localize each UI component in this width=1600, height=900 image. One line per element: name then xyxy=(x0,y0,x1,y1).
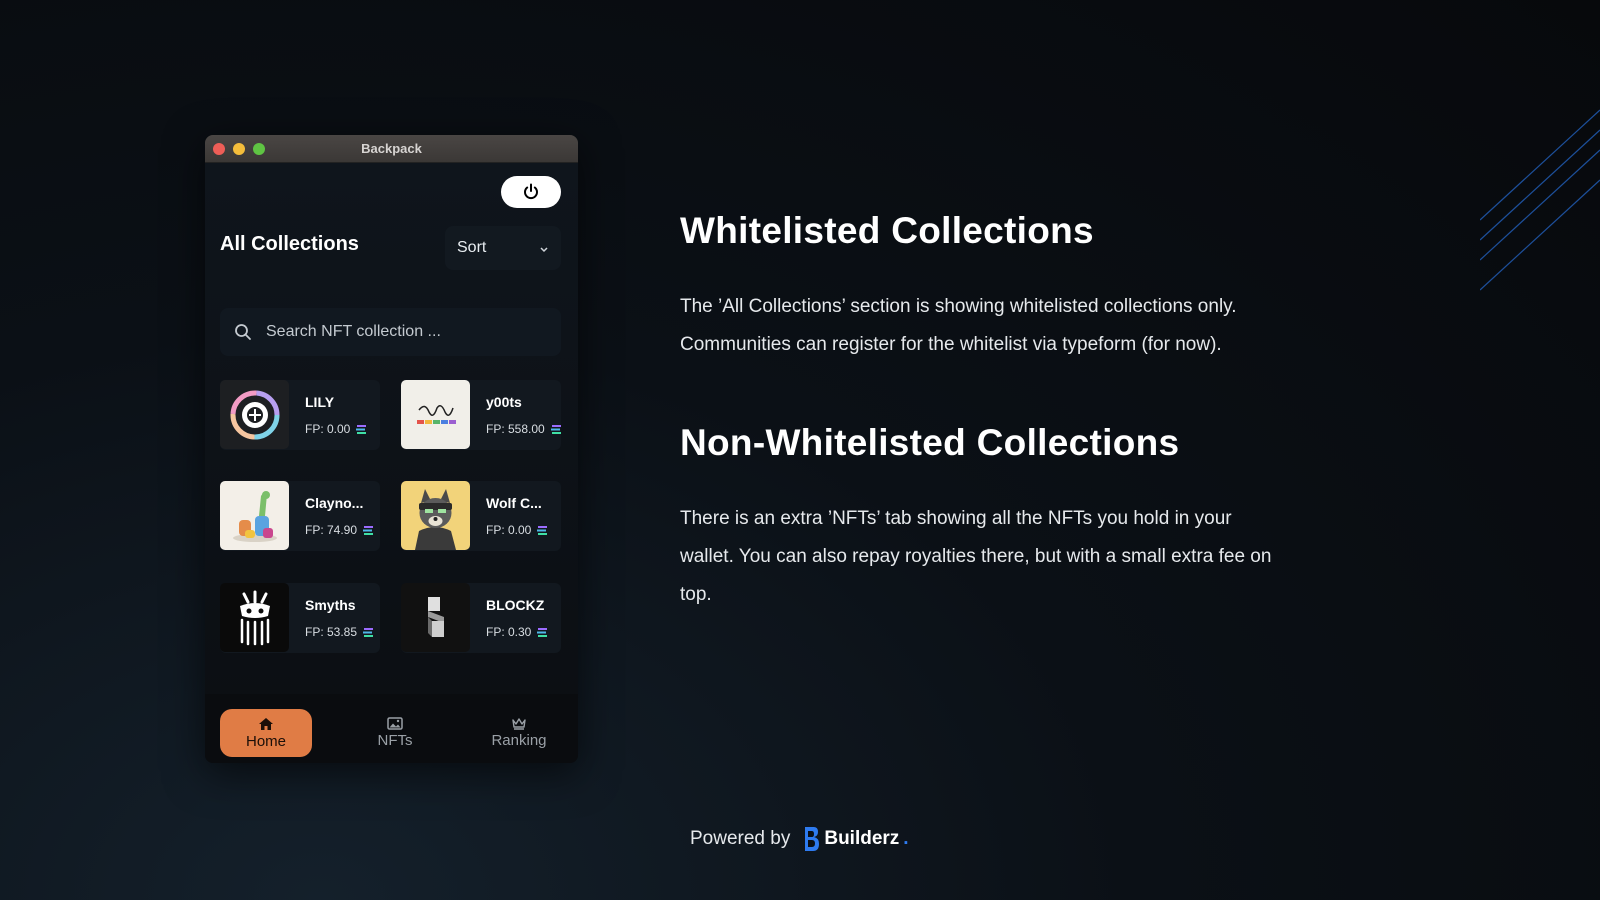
solana-icon xyxy=(363,627,374,637)
collection-thumbnail xyxy=(401,380,470,449)
close-window-button[interactable] xyxy=(213,143,225,155)
y00ts-logo-icon xyxy=(416,404,456,424)
crown-icon xyxy=(512,718,526,730)
collection-floor-price: FP: 0.00 xyxy=(486,523,548,537)
bottom-nav: Home NFTs Ranking xyxy=(205,694,578,763)
nav-label-nfts: NFTs xyxy=(377,732,413,749)
collection-floor-price: FP: 53.85 xyxy=(305,625,374,639)
collection-name: Smyths xyxy=(305,597,356,613)
collection-thumbnail xyxy=(220,583,289,652)
collection-thumbnail xyxy=(401,583,470,652)
collection-name: BLOCKZ xyxy=(486,597,545,613)
solana-icon xyxy=(537,627,548,637)
brand-dot: . xyxy=(903,828,909,849)
collection-thumbnail xyxy=(220,380,289,449)
floor-price-value: FP: 0.00 xyxy=(486,523,532,537)
powered-by-footer: Powered by Builderz. xyxy=(690,825,909,853)
solana-icon xyxy=(363,525,374,535)
title-bar: Backpack xyxy=(205,135,578,163)
smyths-logo-icon xyxy=(239,590,270,645)
chevron-down-icon xyxy=(540,247,548,253)
collection-card-lily[interactable]: LILY FP: 0.00 xyxy=(220,380,380,450)
collection-name: y00ts xyxy=(486,394,522,410)
claynosaurz-art-icon xyxy=(232,490,277,542)
app-window: Backpack All Collections Sort Search NFT… xyxy=(205,135,578,763)
section-title: All Collections xyxy=(220,233,359,255)
floor-price-value: FP: 0.00 xyxy=(305,422,351,436)
lily-logo-icon xyxy=(230,390,279,439)
search-icon xyxy=(235,324,251,340)
nav-label-ranking: Ranking xyxy=(491,732,547,749)
collection-card-claynosaurz[interactable]: Clayno... FP: 74.90 xyxy=(220,481,380,551)
app-content: All Collections Sort Search NFT collecti… xyxy=(205,163,578,763)
solana-icon xyxy=(356,424,367,434)
window-title: Backpack xyxy=(361,141,422,156)
search-input[interactable]: Search NFT collection ... xyxy=(266,323,441,341)
collection-floor-price: FP: 558.00 xyxy=(486,422,561,436)
paragraph-whitelisted: The ’All Collections’ section is showing… xyxy=(680,296,1237,355)
power-button[interactable] xyxy=(501,176,561,208)
builderz-icon xyxy=(805,827,820,851)
paragraph-non-whitelisted: There is an extra ’NFTs’ tab showing all… xyxy=(680,508,1272,605)
home-icon xyxy=(259,717,273,730)
collection-floor-price: FP: 0.00 xyxy=(305,422,367,436)
power-icon xyxy=(524,183,538,200)
solana-icon xyxy=(550,424,561,434)
search-field[interactable]: Search NFT collection ... xyxy=(220,308,561,356)
solana-icon xyxy=(537,525,548,535)
minimize-window-button[interactable] xyxy=(233,143,245,155)
collection-name: LILY xyxy=(305,394,335,410)
nav-label-home: Home xyxy=(245,732,286,750)
collection-floor-price: FP: 74.90 xyxy=(305,523,374,537)
collection-floor-price: FP: 0.30 xyxy=(486,625,548,639)
collection-card-smyths[interactable]: Smyths FP: 53.85 xyxy=(220,583,380,653)
sort-dropdown[interactable]: Sort xyxy=(445,226,561,270)
collection-thumbnail xyxy=(401,481,470,550)
floor-price-value: FP: 558.00 xyxy=(486,422,545,436)
collection-card-y00ts[interactable]: y00ts FP: 558.00 xyxy=(401,380,561,450)
collection-card-wolf[interactable]: Wolf C... FP: 0.00 xyxy=(401,481,561,551)
heading-non-whitelisted: Non-Whitelisted Collections xyxy=(680,422,1180,463)
wolf-art-icon xyxy=(415,489,456,550)
floor-price-value: FP: 74.90 xyxy=(305,523,358,537)
nav-tab-ranking[interactable]: Ranking xyxy=(473,709,565,757)
collection-card-blockz[interactable]: BLOCKZ FP: 0.30 xyxy=(401,583,561,653)
nav-tab-nfts[interactable]: NFTs xyxy=(349,709,441,757)
powered-by-label: Powered by xyxy=(690,828,791,849)
collection-name: Wolf C... xyxy=(486,495,542,511)
window-controls xyxy=(213,143,265,155)
nav-tab-home[interactable]: Home xyxy=(220,709,312,757)
blockz-logo-icon xyxy=(427,596,444,637)
image-icon xyxy=(387,717,403,730)
builderz-logo: Builderz. xyxy=(802,825,909,853)
brand-name: Builderz xyxy=(824,828,900,849)
maximize-window-button[interactable] xyxy=(253,143,265,155)
floor-price-value: FP: 53.85 xyxy=(305,625,358,639)
decorative-lines xyxy=(1480,109,1600,291)
heading-whitelisted: Whitelisted Collections xyxy=(680,210,1094,251)
floor-price-value: FP: 0.30 xyxy=(486,625,532,639)
collection-name: Clayno... xyxy=(305,495,364,511)
sort-label: Sort xyxy=(457,239,487,256)
collection-thumbnail xyxy=(220,481,289,550)
